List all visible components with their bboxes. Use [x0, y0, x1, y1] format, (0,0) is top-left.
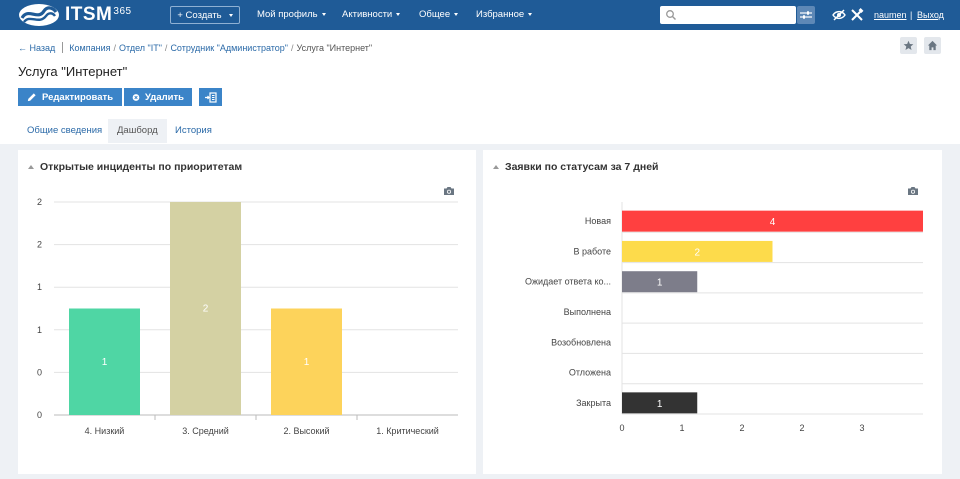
y-tick-label: Возобновлена: [551, 337, 611, 347]
x-tick-label: 0: [619, 423, 624, 433]
data-label: 1: [657, 278, 663, 289]
data-label: 2: [203, 304, 209, 315]
chevron-down-icon: [321, 12, 326, 16]
data-label: 4: [770, 217, 776, 228]
create-button-label: + Создать: [177, 9, 222, 21]
chevron-down-icon: [228, 13, 233, 17]
x-tick-label: 1. Критический: [376, 426, 439, 436]
y-tick-label: Новая: [585, 216, 611, 226]
breadcrumb-current: Услуга "Интернет": [296, 42, 373, 53]
incidents-chart: 0 0 1 1 2 2 1 4. Низкий 2 3. Средний 1 2. Высокий 1.…: [37, 197, 458, 436]
requests-panel: Заявки по статусам за 7 дней 4 Новая 2 В ра…: [483, 150, 942, 474]
breadcrumb-company[interactable]: Компания: [69, 43, 110, 53]
search-filter-button[interactable]: [797, 6, 815, 24]
y-tick-label: 2: [37, 197, 42, 207]
user-profile-link[interactable]: naumen: [874, 0, 907, 30]
logo-text: ITSM365: [65, 4, 132, 25]
delete-button-label: Удалить: [145, 91, 184, 103]
nav-activities[interactable]: Активности: [342, 0, 401, 30]
search-box: [660, 6, 796, 24]
chevron-down-icon: [528, 12, 533, 16]
nav-favorites[interactable]: Избранное: [476, 0, 533, 30]
back-link[interactable]: ← Назад: [18, 43, 55, 53]
data-label: 1: [657, 399, 663, 410]
search-icon: [666, 10, 676, 20]
topbar-separator: |: [910, 10, 913, 20]
breadcrumb-department[interactable]: Отдел "IT": [119, 43, 162, 53]
page-title: Услуга "Интернет": [18, 64, 128, 79]
breadcrumb-divider: [62, 42, 64, 53]
breadcrumb: ← Назад Компания / Отдел "IT" / Сотрудни…: [18, 42, 372, 53]
star-icon: [903, 40, 914, 50]
pencil-icon: [27, 92, 36, 101]
create-button[interactable]: + Создать: [170, 6, 240, 24]
x-tick-label: 3. Средний: [182, 426, 229, 436]
move-icon: [205, 91, 217, 103]
logout-link[interactable]: Выход: [917, 0, 944, 30]
x-tick-label: 4. Низкий: [85, 426, 125, 436]
breadcrumb-separator: /: [164, 42, 168, 53]
sliders-icon: [800, 11, 812, 19]
favorite-button[interactable]: [900, 37, 917, 54]
logo-icon: [19, 4, 59, 26]
search-input[interactable]: [678, 6, 794, 24]
tools-icon[interactable]: [850, 8, 864, 22]
y-tick-label: 0: [37, 367, 42, 377]
tab-dashboard[interactable]: Дашборд: [108, 119, 167, 143]
chevron-down-icon: [396, 12, 401, 16]
chevron-down-icon: [454, 12, 459, 16]
data-label: 1: [304, 357, 310, 368]
x-tick-label: 2: [739, 423, 744, 433]
y-tick-label: 1: [37, 282, 42, 292]
requests-chart: 4 Новая 2 В работе 1 Ожидает ответа ко... Выпо…: [525, 202, 923, 433]
breadcrumb-separator: /: [290, 42, 294, 53]
logo[interactable]: ITSM365: [18, 3, 132, 27]
tab-history[interactable]: История: [166, 119, 221, 143]
y-tick-label: Выполнена: [564, 307, 611, 317]
breadcrumb-separator: /: [113, 42, 116, 53]
y-tick-label: Ожидает ответа ко...: [525, 277, 611, 287]
edit-button-label: Редактировать: [42, 91, 114, 103]
y-tick-label: Отложена: [569, 368, 611, 378]
eye-off-icon[interactable]: [832, 8, 846, 22]
data-label: 2: [694, 247, 700, 258]
nav-my-profile[interactable]: Мой профиль: [257, 0, 326, 30]
top-bar: ITSM365 + Создать Мой профиль Активности…: [0, 0, 960, 30]
delete-button[interactable]: Удалить: [124, 88, 192, 106]
home-button[interactable]: [924, 37, 941, 54]
x-tick-label: 3: [859, 423, 864, 433]
y-tick-label: В работе: [573, 246, 611, 256]
y-tick-label: 2: [37, 240, 42, 250]
x-tick-label: 2. Высокий: [283, 426, 329, 436]
x-tick-label: 2: [799, 423, 804, 433]
nav-general[interactable]: Общее: [419, 0, 459, 30]
x-tick-label: 1: [679, 423, 684, 433]
close-circle-icon: [132, 93, 140, 101]
y-tick-label: Закрыта: [576, 398, 611, 408]
y-tick-label: 0: [37, 410, 42, 420]
breadcrumb-employee[interactable]: Сотрудник "Администратор": [170, 43, 288, 53]
data-label: 1: [102, 357, 108, 368]
incidents-panel: Открытые инциденты по приоритетам 001122…: [18, 150, 476, 474]
tab-general[interactable]: Общие сведения: [18, 119, 111, 143]
edit-button[interactable]: Редактировать: [18, 88, 122, 106]
y-tick-label: 1: [37, 325, 42, 335]
move-button[interactable]: [199, 88, 222, 106]
home-icon: [927, 40, 938, 51]
